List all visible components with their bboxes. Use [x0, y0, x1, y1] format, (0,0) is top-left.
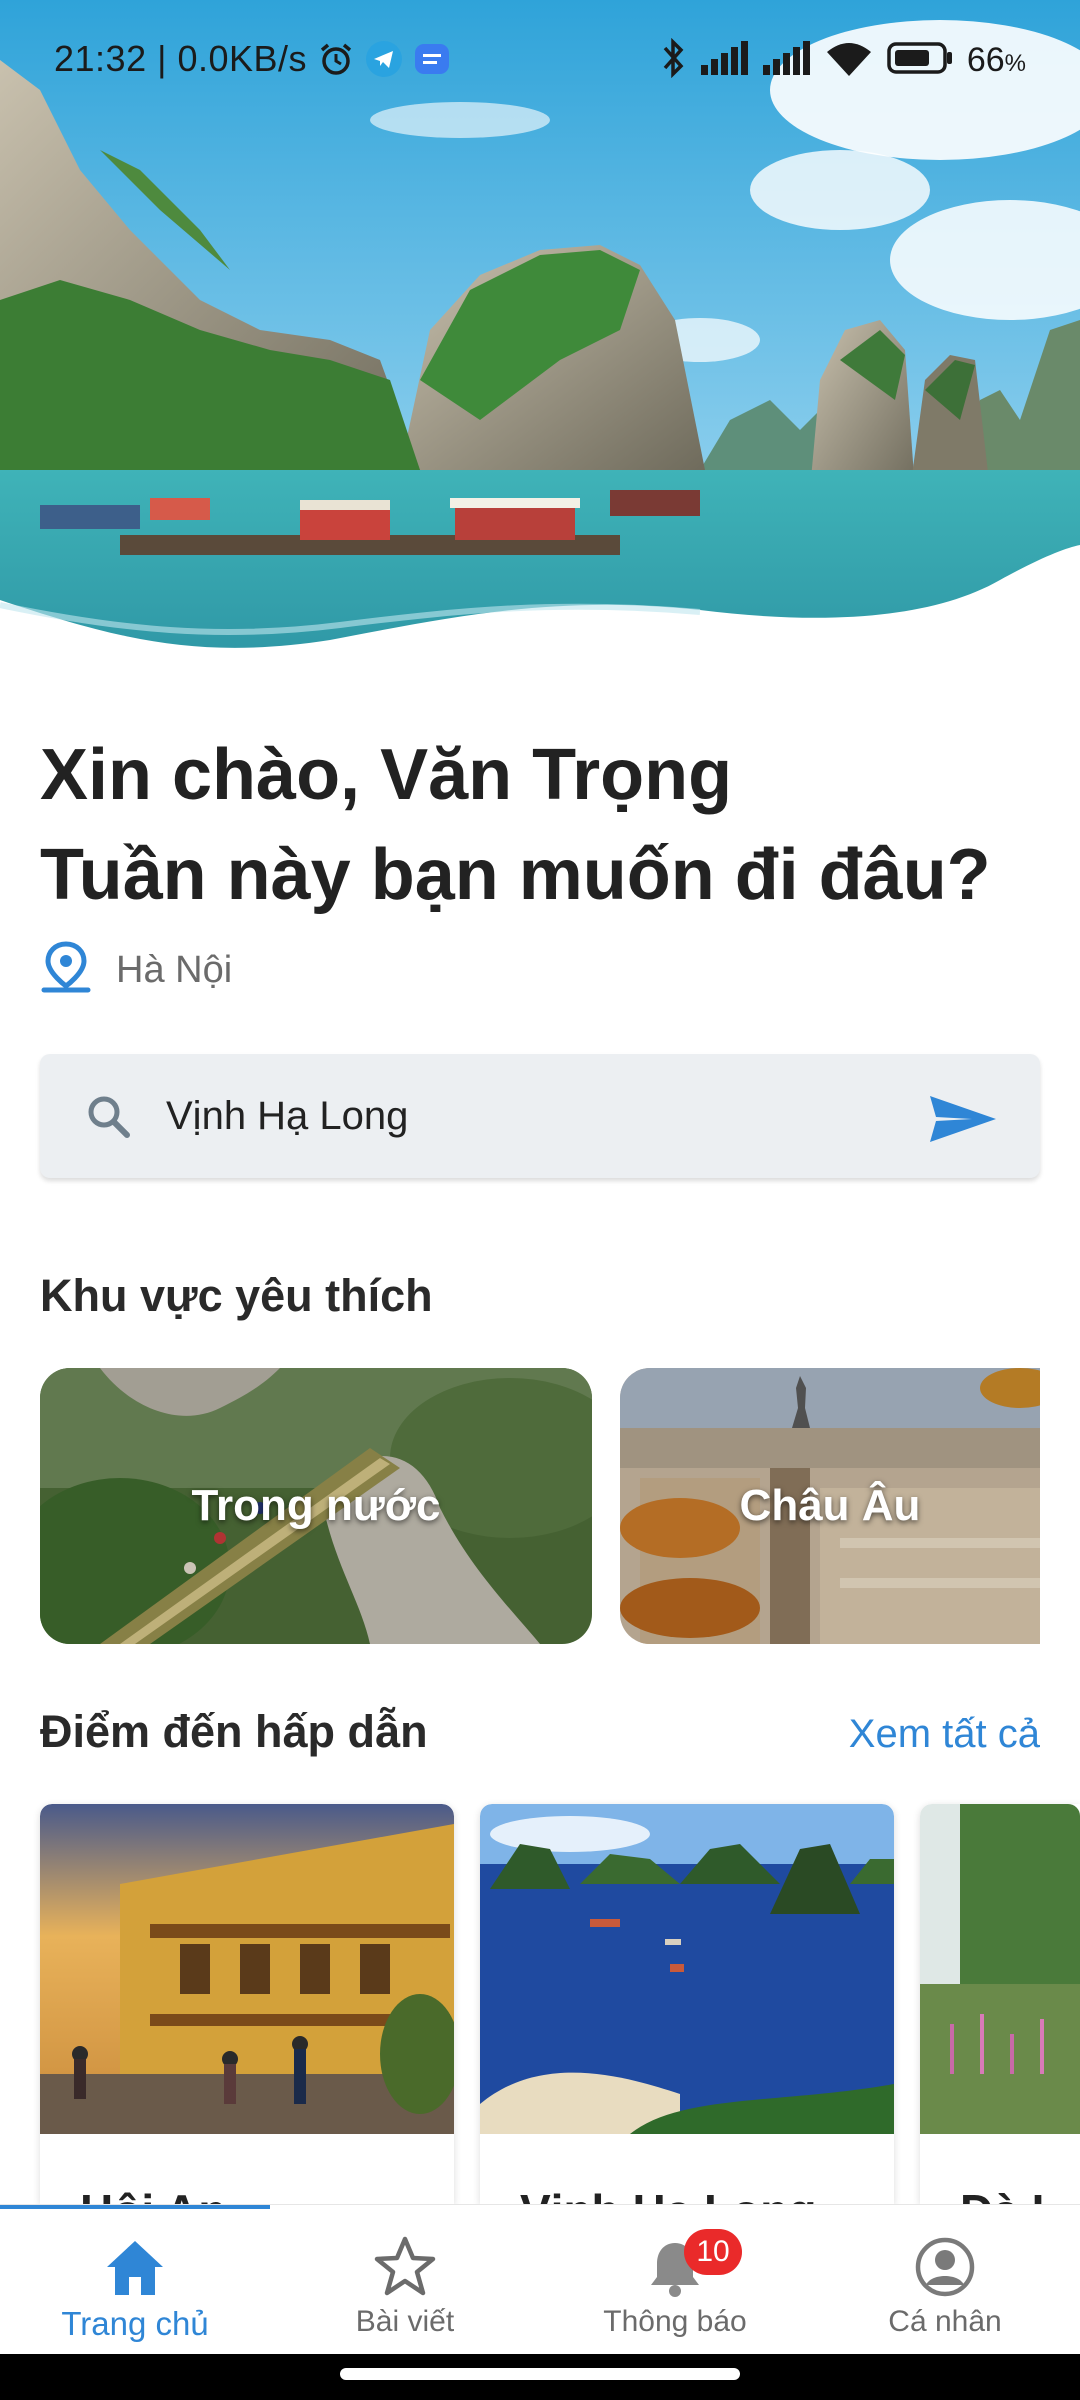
nav-home[interactable]: Trang chủ: [0, 2205, 270, 2355]
nav-label: Bài viết: [355, 2305, 455, 2338]
favorite-regions-title: Khu vực yêu thích: [40, 1270, 433, 1321]
destination-name: Vịnh Hạ Long: [520, 2184, 816, 2204]
destination-card-ha-long[interactable]: Vịnh Hạ Long: [480, 1804, 894, 2204]
region-card-europe[interactable]: Châu Âu: [620, 1368, 1040, 1644]
telegram-icon: [365, 40, 403, 78]
home-gesture-handle[interactable]: [340, 2368, 740, 2380]
greeting-line-1: Xin chào, Văn Trọng: [40, 735, 733, 815]
status-time-speed: 21:32 | 0.0KB/s: [54, 38, 308, 79]
nav-label: Cá nhân: [888, 2305, 1002, 2338]
destination-image: [480, 1804, 894, 2134]
region-label: Châu Âu: [739, 1481, 921, 1530]
battery-percent: 66%: [966, 41, 1026, 79]
bottom-navigation: Trang chủ Bài viết 10 Thông báo Cá nhân: [0, 2204, 1080, 2354]
destination-card-hoi-an[interactable]: Hội An: [40, 1804, 454, 2204]
search-input[interactable]: [166, 1093, 866, 1139]
gesture-navigation-bar: [0, 2354, 1080, 2400]
send-icon[interactable]: [928, 1094, 998, 1144]
see-all-link[interactable]: Xem tất cả: [849, 1712, 1040, 1757]
star-icon: [373, 2235, 437, 2299]
region-label: Trong nước: [191, 1481, 441, 1530]
nav-posts[interactable]: Bài viết: [270, 2205, 540, 2355]
current-location[interactable]: Hà Nội: [40, 940, 232, 1001]
region-card-domestic[interactable]: Trong nước: [40, 1368, 592, 1644]
nav-notifications[interactable]: 10 Thông báo: [540, 2205, 810, 2355]
greeting: Xin chào, Văn Trọng Tuần này bạn muốn đi…: [40, 725, 991, 925]
bluetooth-icon: [659, 37, 687, 83]
nav-profile[interactable]: Cá nhân: [810, 2205, 1080, 2355]
destination-image: [40, 1804, 454, 2134]
wifi-icon: [825, 40, 873, 81]
signal-icon: [700, 41, 749, 80]
notification-badge: 10: [684, 2229, 742, 2275]
home-icon: [103, 2235, 167, 2299]
location-text: Hà Nội: [116, 949, 233, 991]
signal-icon-2: [762, 41, 811, 80]
alarm-icon: [317, 40, 355, 78]
destination-name: Đà L: [960, 2184, 1060, 2204]
destination-card-da-lat[interactable]: Đà L: [920, 1804, 1080, 2204]
destination-name: Hội An: [80, 2184, 227, 2204]
battery-icon: [887, 41, 953, 80]
search-icon: [84, 1092, 132, 1140]
destinations-title: Điểm đến hấp dẫn: [40, 1706, 428, 1757]
status-bar: 21:32 | 0.0KB/s 66%: [0, 0, 1080, 120]
message-icon: [413, 40, 451, 78]
search-bar[interactable]: [40, 1054, 1040, 1178]
profile-icon: [913, 2235, 977, 2299]
greeting-line-2: Tuần này bạn muốn đi đâu?: [40, 835, 991, 915]
destination-image: [920, 1804, 1080, 2134]
nav-label: Thông báo: [603, 2305, 747, 2338]
nav-label: Trang chủ: [61, 2305, 209, 2342]
location-pin-icon: [40, 940, 92, 1001]
